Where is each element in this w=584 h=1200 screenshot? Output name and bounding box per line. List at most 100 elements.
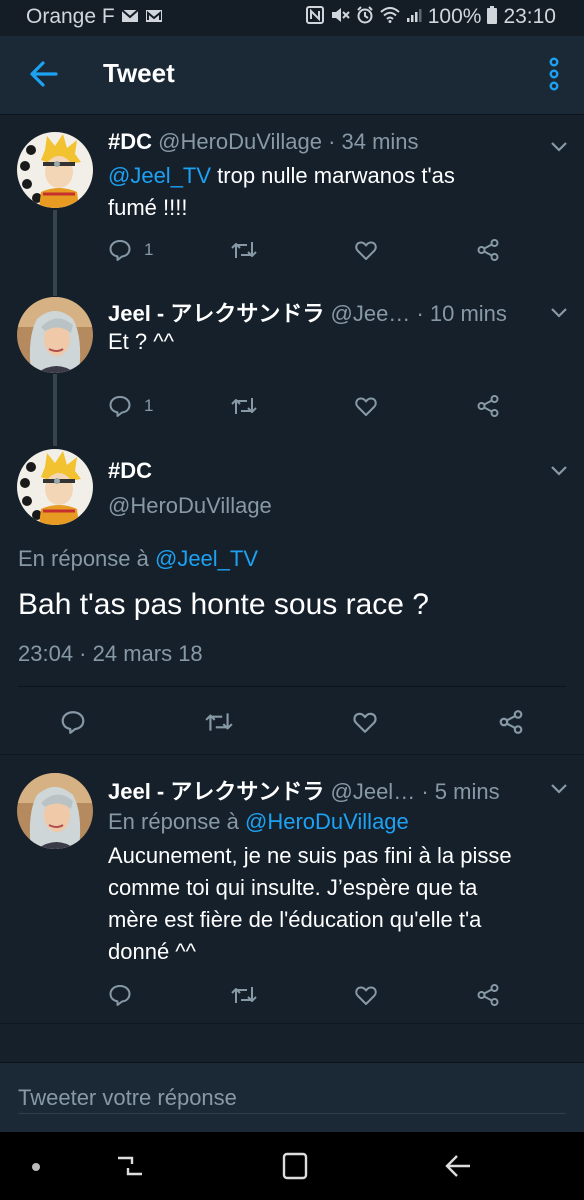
heart-icon (355, 241, 377, 260)
tweet-text: Et ? ^^ (108, 329, 174, 354)
reply-prefix: En réponse à (108, 809, 245, 834)
nfc-icon (305, 5, 324, 29)
back-nav-icon[interactable] (444, 1152, 472, 1185)
page-title: Tweet (103, 58, 175, 88)
focused-tweet-text: Bah t'as pas honte sous race ? (18, 588, 429, 621)
chevron-down-icon[interactable] (550, 140, 568, 152)
author-handle[interactable]: @HeroDuVillage (108, 493, 272, 519)
app-bar: Tweet (0, 36, 584, 115)
like-button[interactable] (354, 392, 378, 420)
avatar[interactable] (17, 297, 93, 373)
reply-to-link[interactable]: @Jeel_TV (155, 546, 258, 571)
tweet-item[interactable]: Jeel - アレクサンドラ @Jeel… · 5 mins En répons… (0, 755, 584, 1023)
battery-percent: 100% (427, 5, 482, 28)
tweet-text-line: donné ^^ (108, 939, 196, 964)
reply-button[interactable]: 1 (108, 392, 153, 420)
reply-icon (109, 985, 131, 1006)
wifi-icon (380, 6, 400, 28)
reply-icon (109, 240, 131, 261)
tweet-text-line: fumé !!!! (108, 195, 188, 220)
retweet-button[interactable] (230, 236, 258, 264)
tweet-text: @Jeel_TV trop nulle marwanos t'as fumé !… (108, 160, 560, 224)
reply-input[interactable] (18, 1083, 566, 1114)
retweet-button[interactable] (204, 708, 234, 736)
avatar[interactable] (17, 449, 93, 525)
chevron-down-icon[interactable] (550, 782, 568, 794)
author-name[interactable]: #DC (108, 129, 152, 154)
clock: 23:10 (503, 5, 556, 28)
retweet-button[interactable] (230, 981, 258, 1009)
android-nav-bar (0, 1132, 584, 1200)
gmail-icon (145, 7, 163, 28)
mute-icon (330, 6, 350, 29)
tweet-timestamp: 23:04 · 24 mars 18 (18, 641, 203, 666)
retweet-icon (205, 713, 233, 731)
author-handle[interactable]: @HeroDuVillage (158, 129, 322, 154)
tweet-actions: 1 (108, 392, 508, 420)
reply-composer (0, 1062, 584, 1133)
retweet-button[interactable] (230, 392, 258, 420)
heart-icon (355, 397, 377, 416)
reply-count: 1 (144, 240, 154, 259)
overflow-menu-icon[interactable] (548, 56, 560, 92)
like-button[interactable] (354, 981, 378, 1009)
author-name[interactable]: Jeel - アレクサンドラ (108, 779, 324, 804)
share-button[interactable] (498, 708, 524, 736)
author-name[interactable]: Jeel - アレクサンドラ (108, 301, 324, 326)
author-handle[interactable]: @Jee… (331, 301, 411, 326)
retweet-icon (231, 987, 257, 1003)
reply-button[interactable]: 1 (108, 236, 153, 264)
reply-context: En réponse à @Jeel_TV (18, 546, 258, 572)
reply-count: 1 (144, 396, 154, 415)
battery-icon (487, 5, 498, 29)
tweet-text-line: Aucunement, je ne suis pas fini à la pis… (108, 843, 512, 868)
tweet-text-line: trop nulle marwanos t'as (211, 163, 455, 188)
share-button[interactable] (476, 981, 500, 1009)
like-button[interactable] (352, 708, 378, 736)
reply-prefix: En réponse à (18, 546, 155, 571)
reply-context: En réponse à @HeroDuVillage (108, 809, 409, 835)
reply-button[interactable] (60, 708, 86, 736)
retweet-icon (231, 398, 257, 414)
tweet-actions: 1 (108, 236, 508, 264)
author-handle[interactable]: @Jeel… (331, 779, 416, 804)
tweet-text-line: mère est fière de l'éducation qu'elle t'… (108, 907, 482, 932)
status-bar: Orange F 100% 23:10 (0, 0, 584, 36)
carrier-label: Orange F (26, 5, 115, 28)
share-icon (499, 710, 523, 734)
tweet-text: Aucunement, je ne suis pas fini à la pis… (108, 840, 560, 968)
share-icon (477, 395, 499, 417)
tweet-time: · 5 mins (421, 779, 500, 804)
retweet-icon (231, 242, 257, 258)
chevron-down-icon[interactable] (550, 306, 568, 318)
recent-apps-icon[interactable] (116, 1152, 144, 1185)
reply-icon (61, 711, 85, 734)
back-arrow-icon[interactable] (28, 58, 60, 90)
tweet-time: · 34 mins (328, 129, 419, 154)
alarm-icon (356, 5, 374, 29)
share-button[interactable] (476, 392, 500, 420)
reply-to-link[interactable]: @HeroDuVillage (245, 809, 409, 834)
reply-icon (109, 396, 131, 417)
heart-icon (353, 712, 377, 733)
share-icon (477, 239, 499, 261)
avatar[interactable] (17, 132, 93, 208)
like-button[interactable] (354, 236, 378, 264)
tweet-actions (108, 981, 508, 1009)
chevron-down-icon[interactable] (550, 464, 568, 476)
avatar[interactable] (17, 773, 93, 849)
tweet-time: · 10 mins (416, 301, 507, 326)
home-icon[interactable] (282, 1152, 308, 1185)
share-button[interactable] (476, 236, 500, 264)
share-icon (477, 984, 499, 1006)
author-name[interactable]: #DC (108, 458, 152, 483)
focused-tweet: #DC @HeroDuVillage En réponse à @Jeel_TV… (0, 442, 584, 754)
heart-icon (355, 986, 377, 1005)
dot-icon[interactable] (30, 1160, 42, 1178)
reply-button[interactable] (108, 981, 132, 1009)
tweet-item[interactable]: #DC @HeroDuVillage · 34 mins @Jeel_TV tr… (0, 114, 584, 282)
divider (0, 1023, 584, 1024)
tweet-item[interactable]: Jeel - アレクサンドラ @Jee… · 10 mins Et ? ^^ 1 (0, 282, 584, 442)
divider (18, 686, 566, 687)
mention-link[interactable]: @Jeel_TV (108, 163, 211, 188)
